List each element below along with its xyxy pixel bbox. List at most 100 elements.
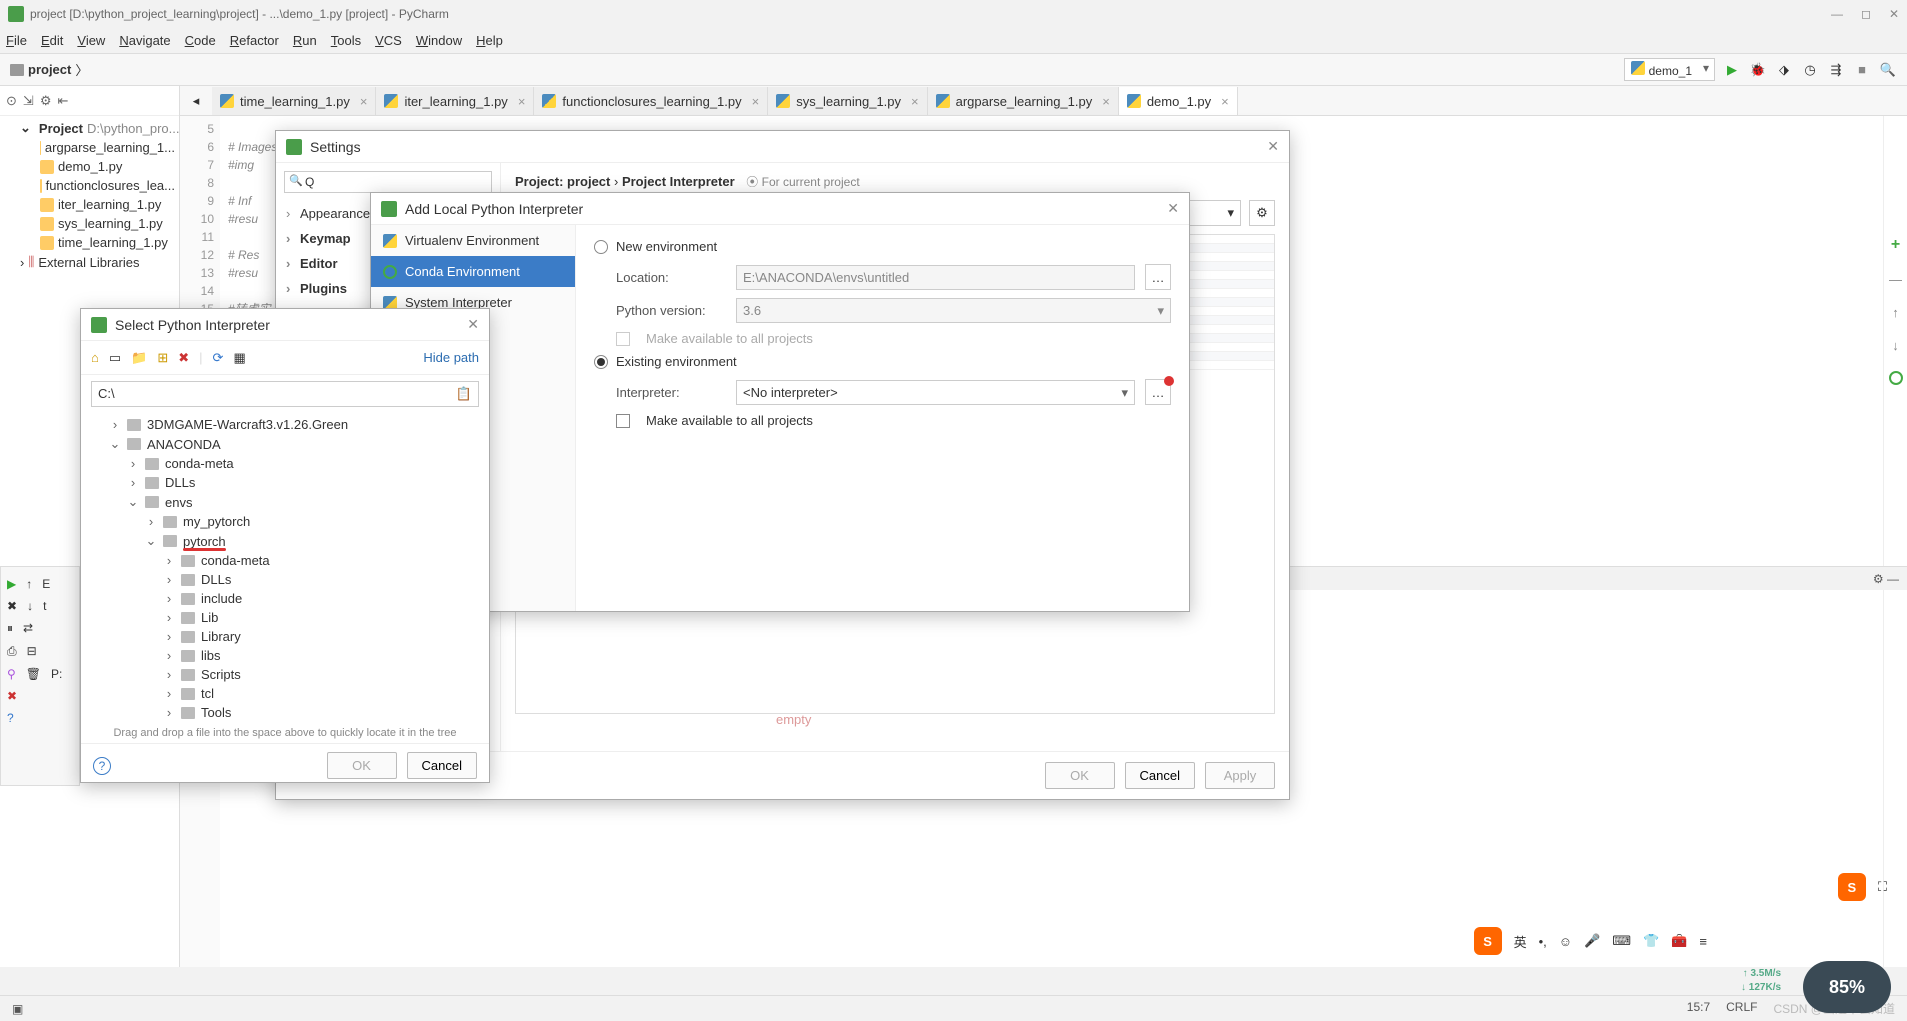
ime-lang[interactable]: 英 [1514,932,1527,951]
folder-node[interactable]: ›DLLs [91,570,479,589]
gear-icon[interactable]: ⚙ ― [1873,572,1899,586]
home-icon[interactable]: ⌂ [91,350,99,365]
sogou-icon[interactable]: S [1474,927,1502,955]
interpreter-field[interactable]: Interpreter:<No interpreter>… [616,379,1171,405]
stop-button[interactable]: ■ [1853,61,1871,79]
tab-nav-left[interactable]: ◂ [180,87,212,115]
stop-icon[interactable]: ✖ [7,599,17,613]
minimize-button[interactable]: ― [1831,7,1843,21]
folder-node[interactable]: ›Library [91,627,479,646]
folder-node[interactable]: ›DLLs [91,473,479,492]
folder-node[interactable]: ⌄ANACONDA [91,434,479,454]
search-icon[interactable]: 🔍 [1879,61,1897,79]
delete-icon[interactable]: ✖ [178,350,189,366]
pause-icon[interactable]: ⏸ [7,621,13,636]
folder-node[interactable]: ›conda-meta [91,551,479,570]
expand-icon[interactable]: ⛶ [1878,879,1887,895]
menu-edit[interactable]: Edit [41,33,63,48]
run-button[interactable]: ▶ [1723,61,1741,79]
sogou-indicator[interactable]: S⛶ [1838,873,1887,901]
expand-icon[interactable]: ⇲ [23,93,34,109]
close-tab-icon[interactable]: × [518,94,526,109]
history-icon[interactable]: 📋 [456,386,472,402]
close-icon[interactable]: ✕ [1267,138,1279,155]
conda-option[interactable]: Conda Environment [371,256,575,287]
ime-mic-icon[interactable]: 🎤 [1584,933,1600,949]
new-folder-icon[interactable]: ⊞ [157,350,168,366]
external-libraries[interactable]: › ⫼ External Libraries [0,252,179,272]
collapse-icon[interactable]: ⇤ [57,93,68,109]
pin-icon[interactable]: ⚲ [7,667,16,681]
project-tree[interactable]: ⌄ Project D:\python_pro... argparse_lear… [0,116,179,274]
menu-navigate[interactable]: Navigate [119,33,170,48]
menu-code[interactable]: Code [185,33,216,48]
ime-keyboard-icon[interactable]: ⌨ [1612,933,1631,949]
project-file[interactable]: iter_learning_1.py [0,195,179,214]
refresh-icon[interactable]: ⟳ [213,350,224,366]
existing-env-radio[interactable]: Existing environment [594,354,1171,369]
project-icon[interactable]: 📁 [131,350,147,366]
ok-button[interactable]: OK [327,752,397,779]
close-tab-icon[interactable]: × [752,94,760,109]
close-button[interactable]: ✕ [1889,7,1899,21]
rerun-button[interactable]: ▶ [7,577,16,591]
interpreter-combo[interactable]: <No interpreter> [736,380,1135,405]
folder-node[interactable]: ⌄envs [91,492,479,512]
project-root[interactable]: ⌄ Project D:\python_pro... [0,118,179,138]
cancel-button[interactable]: Cancel [407,752,477,779]
folder-node[interactable]: ›Scripts [91,665,479,684]
tool-window-icon[interactable]: ▣ [12,1002,23,1016]
folder-node[interactable]: ›my_pytorch [91,512,479,531]
debug-button[interactable]: 🐞 [1749,61,1767,79]
ime-toolbox-icon[interactable]: 🧰 [1671,933,1687,949]
project-file[interactable]: time_learning_1.py [0,233,179,252]
ime-ico1[interactable]: •, [1539,934,1547,949]
folder-node[interactable]: ⌄pytorch [91,531,479,551]
editor-tab[interactable]: time_learning_1.py× [212,87,376,115]
browse-button[interactable]: … [1145,379,1171,405]
project-file[interactable]: argparse_learning_1... [0,138,179,157]
editor-tab[interactable]: iter_learning_1.py× [376,87,534,115]
close-tab-icon[interactable]: × [360,94,368,109]
ok-button[interactable]: OK [1045,762,1115,789]
virtualenv-option[interactable]: Virtualenv Environment [371,225,575,256]
editor-tab[interactable]: sys_learning_1.py× [768,87,927,115]
close-icon[interactable]: ✕ [467,316,479,333]
hide-path-link[interactable]: Hide path [423,350,479,365]
gear-icon[interactable]: ⚙ [40,93,52,109]
close-tab-icon[interactable]: × [1221,94,1229,109]
breadcrumb[interactable]: project 〉 [10,60,88,79]
menu-help[interactable]: Help [476,33,503,48]
editor-tab[interactable]: demo_1.py× [1119,87,1238,115]
project-file[interactable]: functionclosures_lea... [0,176,179,195]
close-tab-icon[interactable]: × [1102,94,1110,109]
trash2-icon[interactable]: 🗑 [26,667,41,681]
select-opened-icon[interactable]: ⊙ [6,93,17,109]
path-input[interactable]: C:\📋 [91,381,479,407]
network-meter[interactable]: ↑ 3.5M/s↓ 127K/s 85% [1803,961,1891,1013]
menu-window[interactable]: Window [416,33,462,48]
gear-icon[interactable]: ⚙ [1249,200,1275,226]
menu-run[interactable]: Run [293,33,317,48]
folder-node[interactable]: ›Tools [91,703,479,722]
trash-icon[interactable]: ⊟ [27,644,37,659]
file-tree[interactable]: ›3DMGAME-Warcraft3.v1.26.Green⌄ANACONDA ›… [81,413,489,723]
menu-tools[interactable]: Tools [331,33,361,48]
settings-search[interactable]: Q [284,171,492,193]
editor-tab[interactable]: functionclosures_learning_1.py× [534,87,768,115]
down-button[interactable]: ↓ [27,599,33,613]
up-button[interactable]: ↑ [26,577,32,591]
menu-vcs[interactable]: VCS [375,33,402,48]
new-env-radio[interactable]: New environment [594,239,1171,254]
apply-button[interactable]: Apply [1205,762,1275,789]
menu-file[interactable]: File [6,33,27,48]
profile-button[interactable]: ◷ [1801,61,1819,79]
project-file[interactable]: sys_learning_1.py [0,214,179,233]
down-icon[interactable]: ↓ [1892,338,1899,353]
menu-refactor[interactable]: Refactor [230,33,279,48]
close-icon[interactable]: ✕ [1167,200,1179,217]
folder-node[interactable]: ›libs [91,646,479,665]
show-hidden-icon[interactable]: ▦ [233,350,245,366]
folder-node[interactable]: ›3DMGAME-Warcraft3.v1.26.Green [91,415,479,434]
coverage-button[interactable]: ⬗ [1775,61,1793,79]
